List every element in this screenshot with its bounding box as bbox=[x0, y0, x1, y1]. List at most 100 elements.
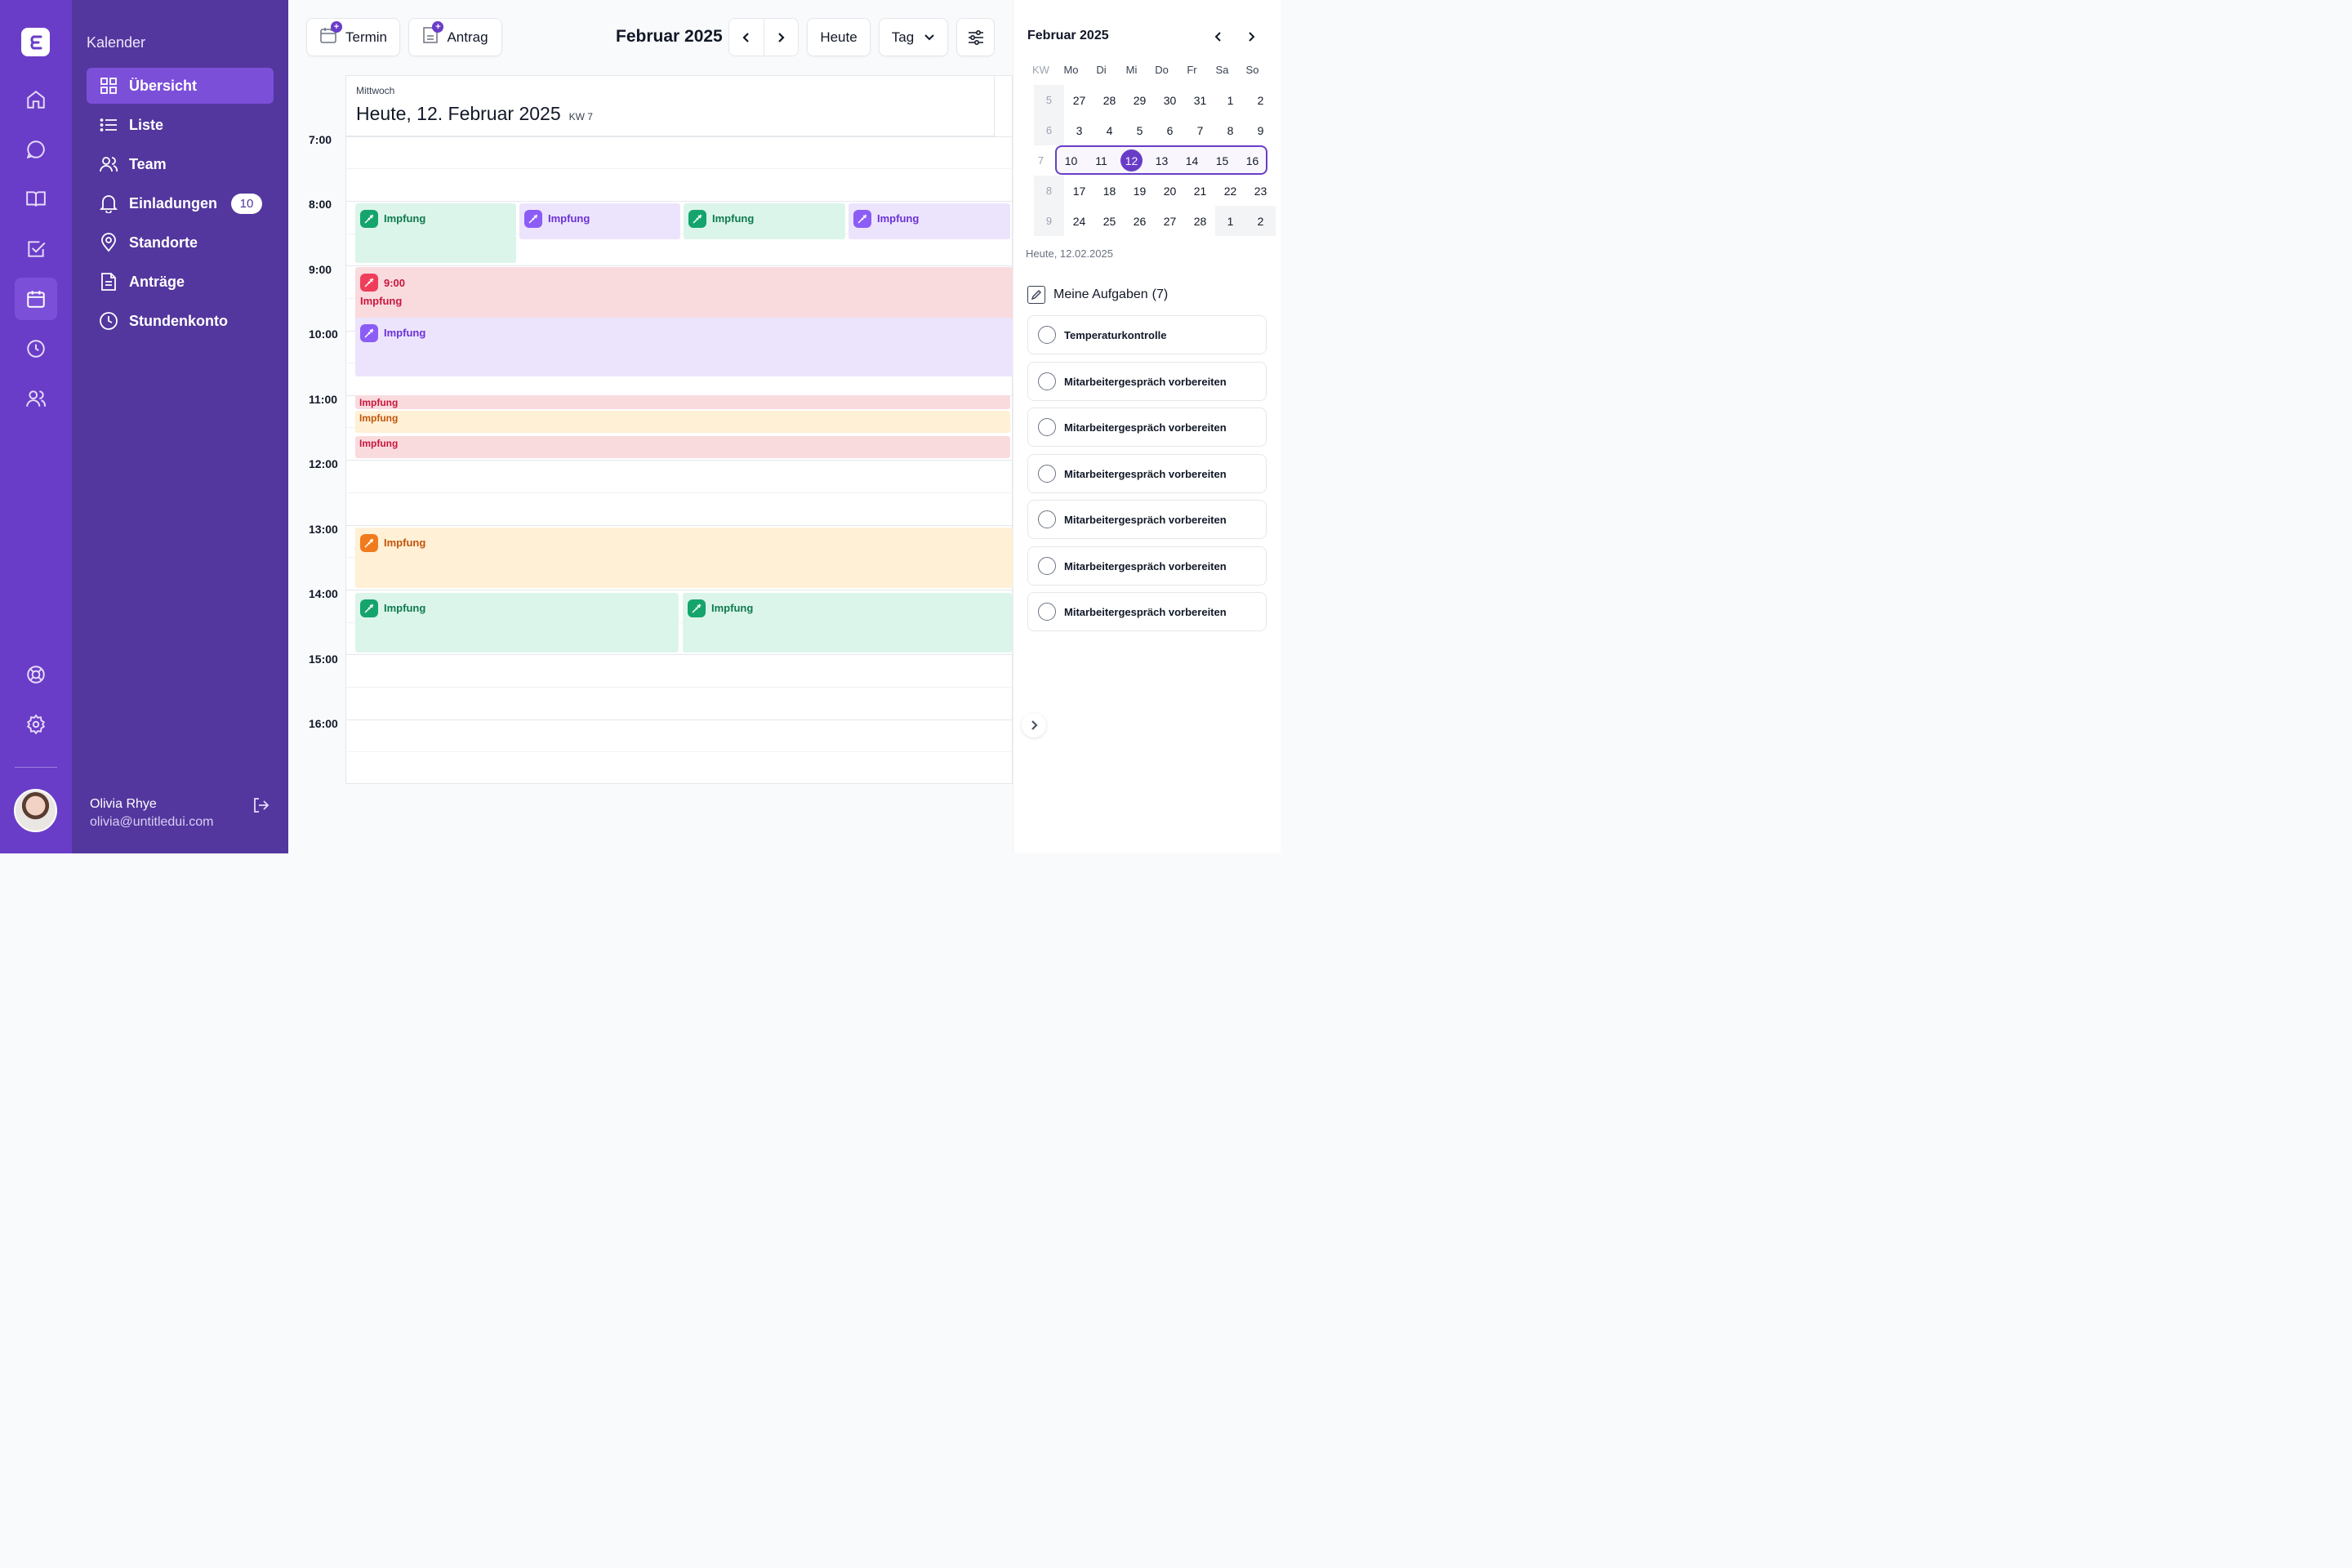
map-pin-icon bbox=[98, 232, 119, 253]
syringe-icon bbox=[360, 534, 378, 552]
task-checkbox[interactable] bbox=[1038, 326, 1056, 344]
day-cell[interactable]: 29 bbox=[1125, 85, 1155, 115]
task-item[interactable]: Mitarbeitergespräch vorbereiten bbox=[1027, 454, 1267, 493]
next-day-button[interactable] bbox=[763, 19, 798, 56]
sidebar-item-einladungen[interactable]: Einladungen 10 bbox=[87, 185, 274, 221]
sidebar-item-team[interactable]: Team bbox=[87, 146, 274, 182]
lifebuoy-icon[interactable] bbox=[15, 653, 57, 696]
event-impfung[interactable]: Impfung bbox=[355, 411, 1010, 433]
sidebar-item-stundenkonto[interactable]: Stundenkonto bbox=[87, 303, 274, 339]
mini-calendar-prev-icon[interactable] bbox=[1209, 28, 1227, 46]
task-checkbox[interactable] bbox=[1038, 465, 1056, 483]
day-cell[interactable]: 2 bbox=[1245, 85, 1276, 115]
collapse-panel-button[interactable] bbox=[1022, 713, 1046, 737]
task-checkbox[interactable] bbox=[1038, 510, 1056, 528]
day-cell[interactable]: 20 bbox=[1155, 176, 1185, 206]
sidebar-item-standorte[interactable]: Standorte bbox=[87, 225, 274, 261]
event-impfung[interactable]: Impfung bbox=[355, 528, 1013, 588]
day-cell[interactable]: 24 bbox=[1064, 206, 1094, 236]
day-cell[interactable]: 7 bbox=[1185, 115, 1215, 145]
event-impfung[interactable]: Impfung bbox=[355, 203, 516, 263]
task-checkbox[interactable] bbox=[1038, 557, 1056, 575]
syringe-icon bbox=[360, 210, 378, 228]
day-cell[interactable]: 25 bbox=[1094, 206, 1125, 236]
file-text-icon bbox=[98, 271, 119, 292]
new-appointment-button[interactable]: + Termin bbox=[306, 18, 400, 56]
today-button[interactable]: Heute bbox=[807, 18, 871, 56]
sidebar-item-antraege[interactable]: Anträge bbox=[87, 264, 274, 300]
event-impfung[interactable]: Impfung bbox=[355, 436, 1010, 458]
view-select[interactable]: Tag bbox=[879, 18, 948, 56]
event-impfung[interactable]: Impfung bbox=[849, 203, 1010, 239]
event-impfung[interactable]: Impfung bbox=[519, 203, 680, 239]
day-view-grid[interactable]: Mittwoch Heute, 12. Februar 2025 KW 7 Imp… bbox=[345, 75, 1013, 784]
task-checkbox[interactable] bbox=[1038, 603, 1056, 621]
event-impfung[interactable]: Impfung bbox=[355, 593, 679, 653]
day-cell-next-month[interactable]: 2 bbox=[1245, 206, 1276, 236]
day-title-text: Heute, 12. Februar 2025 bbox=[356, 103, 561, 124]
logout-icon[interactable] bbox=[252, 796, 270, 818]
task-item[interactable]: Mitarbeitergespräch vorbereiten bbox=[1027, 546, 1267, 586]
day-cell[interactable]: 31 bbox=[1185, 85, 1215, 115]
mini-calendar-next-icon[interactable] bbox=[1242, 28, 1260, 46]
day-cell[interactable]: 28 bbox=[1094, 85, 1125, 115]
day-cell[interactable]: 6 bbox=[1155, 115, 1185, 145]
weekday-header: Sa bbox=[1215, 64, 1229, 76]
previous-day-button[interactable] bbox=[729, 19, 764, 56]
sidebar-item-liste[interactable]: Liste bbox=[87, 107, 274, 143]
day-cell[interactable]: 5 bbox=[1125, 115, 1155, 145]
day-cell[interactable]: 27 bbox=[1064, 85, 1094, 115]
task-item[interactable]: Temperaturkontrolle bbox=[1027, 315, 1267, 354]
day-cell[interactable]: 17 bbox=[1064, 176, 1094, 206]
event-title: Impfung bbox=[384, 327, 426, 339]
new-request-button[interactable]: + Antrag bbox=[408, 18, 502, 56]
sidebar: Kalender Übersicht Liste Team Einladunge… bbox=[72, 0, 288, 853]
event-impfung[interactable]: Impfung bbox=[684, 203, 845, 239]
day-cell[interactable]: 26 bbox=[1125, 206, 1155, 236]
event-impfung[interactable]: Impfung bbox=[355, 395, 1010, 409]
syringe-icon bbox=[688, 210, 706, 228]
day-cell[interactable]: 8 bbox=[1215, 115, 1245, 145]
task-item[interactable]: Mitarbeitergespräch vorbereiten bbox=[1027, 408, 1267, 447]
task-checkbox[interactable] bbox=[1038, 372, 1056, 390]
task-item[interactable]: Mitarbeitergespräch vorbereiten bbox=[1027, 500, 1267, 539]
task-item[interactable]: Mitarbeitergespräch vorbereiten bbox=[1027, 592, 1267, 631]
day-cell[interactable]: 1 bbox=[1215, 85, 1245, 115]
day-cell[interactable]: 30 bbox=[1155, 85, 1185, 115]
task-checkbox[interactable] bbox=[1038, 418, 1056, 436]
event-impfung[interactable]: Impfung bbox=[355, 318, 1013, 376]
users-icon bbox=[98, 154, 119, 175]
check-square-icon[interactable] bbox=[15, 228, 57, 270]
hour-label: 13:00 bbox=[309, 523, 338, 536]
chat-icon[interactable] bbox=[15, 128, 57, 171]
day-cell[interactable]: 22 bbox=[1215, 176, 1245, 206]
day-cell[interactable]: 19 bbox=[1125, 176, 1155, 206]
day-cell[interactable]: 9 bbox=[1245, 115, 1276, 145]
event-title: Impfung bbox=[359, 412, 399, 424]
app-logo[interactable] bbox=[21, 28, 50, 56]
task-item[interactable]: Mitarbeitergespräch vorbereiten bbox=[1027, 362, 1267, 401]
event-title: Impfung bbox=[548, 212, 590, 225]
users-icon[interactable] bbox=[15, 377, 57, 420]
day-cell[interactable]: 3 bbox=[1064, 115, 1094, 145]
day-cell[interactable]: 23 bbox=[1245, 176, 1276, 206]
avatar[interactable] bbox=[14, 789, 57, 832]
day-cell-next-month[interactable]: 1 bbox=[1215, 206, 1245, 236]
day-cell[interactable]: 27 bbox=[1155, 206, 1185, 236]
settings-icon[interactable] bbox=[15, 703, 57, 746]
day-cell[interactable]: 18 bbox=[1094, 176, 1125, 206]
day-cell[interactable]: 21 bbox=[1185, 176, 1215, 206]
sidebar-item-label: Übersicht bbox=[129, 77, 198, 94]
weekday-header: Di bbox=[1096, 64, 1107, 76]
sidebar-item-uebersicht[interactable]: Übersicht bbox=[87, 68, 274, 104]
filter-settings-button[interactable] bbox=[956, 18, 995, 56]
calendar-icon[interactable] bbox=[15, 278, 57, 320]
clock-icon[interactable] bbox=[15, 327, 57, 370]
day-cell[interactable]: 4 bbox=[1094, 115, 1125, 145]
home-icon[interactable] bbox=[15, 78, 57, 121]
event-impfung[interactable]: Impfung bbox=[683, 593, 1012, 653]
event-title: Impfung bbox=[877, 212, 920, 225]
day-cell[interactable]: 28 bbox=[1185, 206, 1215, 236]
book-icon[interactable] bbox=[15, 178, 57, 220]
weekday-header: Fr bbox=[1187, 64, 1197, 76]
